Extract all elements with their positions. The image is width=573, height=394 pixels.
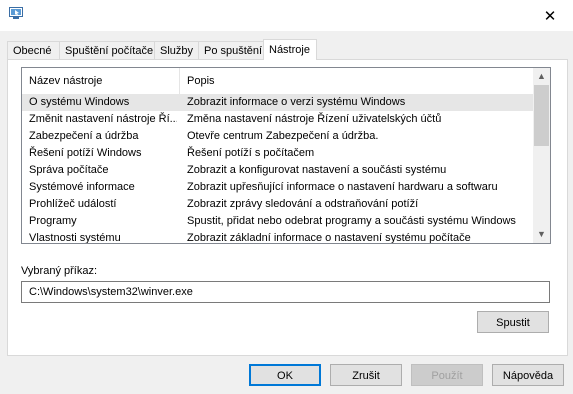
scroll-thumb[interactable] (534, 85, 549, 146)
tool-name: Prohlížeč událostí (29, 198, 117, 210)
vertical-scrollbar[interactable]: ▲ ▼ (533, 68, 550, 243)
tab-startup[interactable]: Po spuštění (198, 41, 264, 59)
list-item[interactable]: Programy Spustit, přidat nebo odebrat pr… (22, 213, 533, 230)
list-item[interactable]: Prohlížeč událostí Zobrazit zprávy sledo… (22, 196, 533, 213)
ok-button[interactable]: OK (249, 364, 321, 386)
tab-boot[interactable]: Spuštění počítače (59, 41, 155, 59)
tool-description: Zobrazit upřesňující informace o nastave… (187, 181, 498, 193)
tool-description: Otevře centrum Zabezpečení a údržba. (187, 130, 379, 142)
help-button[interactable]: Nápověda (492, 364, 564, 386)
run-button[interactable]: Spustit (477, 311, 549, 333)
close-button[interactable]: ✕ (527, 0, 573, 31)
tool-name: Zabezpečení a údržba (29, 130, 139, 142)
tab-general[interactable]: Obecné (7, 41, 60, 59)
list-item[interactable]: Vlastnosti systému Zobrazit základní inf… (22, 230, 533, 244)
scroll-down-arrow-icon[interactable]: ▼ (533, 226, 550, 243)
cancel-button[interactable]: Zrušit (330, 364, 402, 386)
tool-name: Správa počítače (29, 164, 109, 176)
tool-name: Řešení potíží Windows (29, 147, 142, 159)
list-item[interactable]: Změnit nastavení nástroje Ří... Změna na… (22, 111, 533, 128)
list-item[interactable]: Správa počítače Zobrazit a konfigurovat … (22, 162, 533, 179)
tool-description: Zobrazit informace o verzi systému Windo… (187, 96, 406, 108)
msconfig-icon (9, 7, 23, 19)
column-header-name[interactable]: Název nástroje (22, 68, 180, 94)
tool-name: Systémové informace (29, 181, 135, 193)
list-item[interactable]: Zabezpečení a údržba Otevře centrum Zabe… (22, 128, 533, 145)
tool-description: Zobrazit základní informace o nastavení … (187, 232, 471, 244)
list-item[interactable]: Systémové informace Zobrazit upřesňující… (22, 179, 533, 196)
title-bar: ✕ (0, 0, 573, 31)
list-body: O systému Windows Zobrazit informace o v… (22, 94, 533, 244)
tool-description: Spustit, přidat nebo odebrat programy a … (187, 215, 516, 227)
tab-tools[interactable]: Nástroje (263, 39, 317, 60)
selected-command-field[interactable] (21, 281, 550, 303)
tool-description: Zobrazit a konfigurovat nastavení a souč… (187, 164, 447, 176)
apply-button: Použít (411, 364, 483, 386)
tools-list[interactable]: Název nástroje Popis O systému Windows Z… (21, 67, 551, 244)
tool-description: Změna nastavení nástroje Řízení uživatel… (187, 113, 442, 125)
column-header-description[interactable]: Popis (180, 68, 533, 94)
list-item[interactable]: O systému Windows Zobrazit informace o v… (22, 94, 533, 111)
scroll-up-arrow-icon[interactable]: ▲ (533, 68, 550, 85)
tool-name: Programy (29, 215, 77, 227)
tool-name: Vlastnosti systému (29, 232, 121, 244)
tool-description: Zobrazit zprávy sledování a odstraňování… (187, 198, 419, 210)
tool-name: O systému Windows (29, 96, 130, 108)
tab-services[interactable]: Služby (154, 41, 199, 59)
selected-command-label: Vybraný příkaz: (21, 265, 98, 277)
list-item[interactable]: Řešení potíží Windows Řešení potíží s po… (22, 145, 533, 162)
tool-description: Řešení potíží s počítačem (187, 147, 315, 159)
list-header: Název nástroje Popis (22, 68, 533, 94)
tool-name: Změnit nastavení nástroje Ří... (29, 113, 177, 125)
